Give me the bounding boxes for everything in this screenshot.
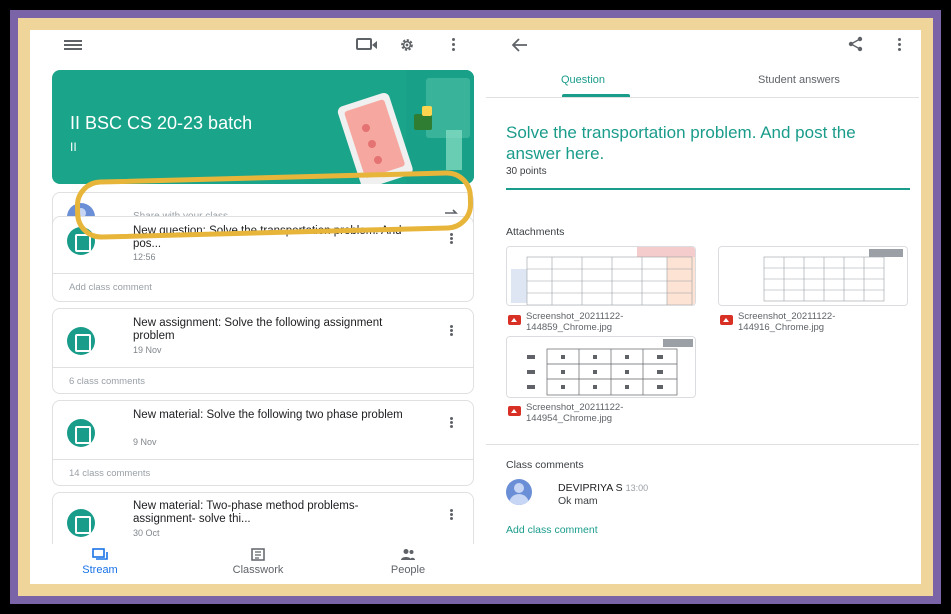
- question-top-bar: [486, 32, 919, 60]
- post-divider: [53, 273, 473, 274]
- stream-panel: II BSC CS 20-23 batch II Share with your…: [34, 32, 482, 582]
- post-date: 30 Oct: [133, 528, 160, 538]
- material-icon: [67, 509, 95, 537]
- post-comment-link[interactable]: 14 class comments: [69, 468, 150, 479]
- banner-illustration: [337, 70, 474, 184]
- question-panel: Question Student answers Solve the trans…: [486, 32, 919, 582]
- tab-student-answers[interactable]: Student answers: [758, 74, 840, 86]
- class-comments-label: Class comments: [506, 459, 584, 471]
- more-vert-icon[interactable]: [450, 325, 453, 337]
- gear-icon[interactable]: [398, 36, 416, 54]
- attachment-name[interactable]: Screenshot_20211122-144916_Chrome.jpg: [738, 311, 918, 333]
- post-date: 9 Nov: [133, 437, 157, 447]
- back-arrow-icon[interactable]: [512, 38, 528, 52]
- attachment-thumbnail[interactable]: [718, 246, 908, 306]
- attachments-label: Attachments: [506, 226, 565, 238]
- post-date: 19 Nov: [133, 345, 162, 355]
- more-vert-icon[interactable]: [452, 38, 456, 52]
- more-vert-icon[interactable]: [898, 38, 901, 52]
- class-banner[interactable]: II BSC CS 20-23 batch II: [52, 70, 474, 184]
- attachment-name[interactable]: Screenshot_20211122-144859_Chrome.jpg: [526, 311, 706, 333]
- comment-text: Ok mam: [558, 495, 598, 507]
- menu-icon[interactable]: [64, 40, 82, 50]
- nav-classwork-label: Classwork: [232, 564, 284, 576]
- nav-people[interactable]: People: [368, 548, 448, 576]
- image-file-icon: [720, 315, 733, 325]
- question-points: 30 points: [506, 166, 547, 177]
- material-icon: [67, 419, 95, 447]
- more-vert-icon[interactable]: [450, 233, 453, 245]
- question-title: Solve the transportation problem. And po…: [506, 123, 856, 163]
- nav-stream-label: Stream: [82, 564, 118, 576]
- post-divider: [53, 459, 473, 460]
- nav-people-label: People: [390, 564, 426, 576]
- more-vert-icon[interactable]: [450, 509, 453, 521]
- nav-classwork[interactable]: Classwork: [218, 548, 298, 576]
- class-name: II BSC CS 20-23 batch: [70, 113, 253, 133]
- comment-author-name: DEVIPRIYA S: [558, 482, 623, 494]
- tab-question[interactable]: Question: [561, 74, 605, 86]
- attachment-thumbnail[interactable]: [506, 336, 696, 398]
- video-call-icon[interactable]: [356, 38, 377, 50]
- classwork-icon: [251, 548, 265, 561]
- share-icon[interactable]: [848, 36, 864, 52]
- stream-icon: [92, 548, 108, 560]
- post-comment-link[interactable]: Add class comment: [69, 282, 152, 293]
- attachment-thumbnail[interactable]: [506, 246, 696, 306]
- avatar: [506, 479, 532, 505]
- highlight-annotation: [74, 169, 474, 241]
- spreadsheet-preview: [719, 247, 907, 305]
- spreadsheet-preview: [507, 247, 695, 305]
- section-divider: [486, 444, 919, 445]
- attachment-name[interactable]: Screenshot_20211122-144954_Chrome.jpg: [526, 402, 706, 424]
- post-title: New material: Solve the following two ph…: [133, 409, 403, 421]
- more-vert-icon[interactable]: [450, 417, 453, 429]
- stream-top-bar: [34, 32, 482, 60]
- class-subtitle: II: [70, 140, 77, 154]
- post-date: 12:56: [133, 252, 156, 262]
- post-comment-link[interactable]: 6 class comments: [69, 376, 145, 387]
- stream-post[interactable]: New assignment: Solve the following assi…: [52, 308, 474, 394]
- add-class-comment-link[interactable]: Add class comment: [506, 524, 598, 536]
- post-title: New material: Two-phase method problems-…: [133, 500, 359, 525]
- post-divider: [53, 367, 473, 368]
- post-title: New assignment: Solve the following assi…: [133, 317, 383, 342]
- nav-stream[interactable]: Stream: [60, 548, 140, 576]
- image-file-icon: [508, 315, 521, 325]
- people-icon: [401, 549, 415, 560]
- spreadsheet-preview: [507, 337, 695, 397]
- tabs-divider: [486, 97, 919, 98]
- stream-post[interactable]: New material: Solve the following two ph…: [52, 400, 474, 486]
- assignment-icon: [67, 327, 95, 355]
- question-divider: [506, 188, 910, 190]
- comment-time: 13:00: [625, 483, 649, 493]
- comment-author: DEVIPRIYA S 13:00: [558, 482, 648, 494]
- image-file-icon: [508, 406, 521, 416]
- bottom-navigation: Stream Classwork People: [34, 544, 482, 582]
